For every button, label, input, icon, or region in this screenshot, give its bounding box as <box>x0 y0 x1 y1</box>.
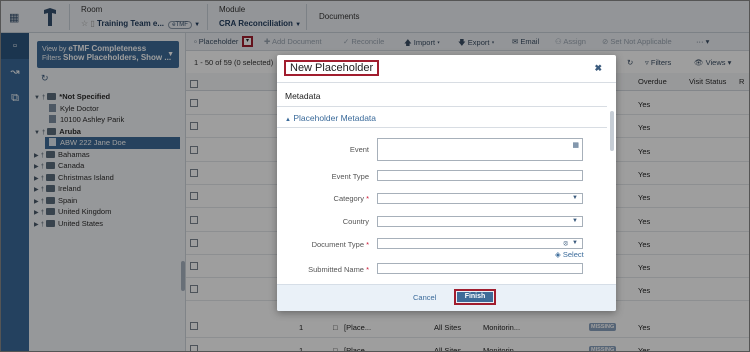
required-marker: * <box>366 194 369 203</box>
category-select[interactable]: ▼ <box>377 193 583 204</box>
required-marker: * <box>366 265 369 274</box>
submitted-name-label-text: Submitted Name <box>308 265 364 274</box>
chevron-down-icon: ▼ <box>572 195 578 201</box>
placeholder-metadata-toggle[interactable]: ▲ Placeholder Metadata <box>285 113 376 123</box>
subsection-label: Placeholder Metadata <box>293 113 377 123</box>
required-marker: * <box>366 240 369 249</box>
select-link-label: Select <box>562 250 584 259</box>
select-document-type-link[interactable]: ◈ Select <box>555 250 584 259</box>
category-label-text: Category <box>333 194 364 203</box>
clear-icon[interactable]: ⦻ <box>563 240 568 248</box>
divider <box>277 106 607 107</box>
tag-icon: ◈ <box>555 250 561 259</box>
event-field[interactable]: ▦ <box>377 138 583 161</box>
event-type-label: Event Type <box>279 172 369 181</box>
document-type-label: Document Type * <box>279 240 369 249</box>
chevron-down-icon: ▼ <box>572 218 578 224</box>
document-type-label-text: Document Type <box>311 240 364 249</box>
cancel-button[interactable]: Cancel <box>413 293 436 302</box>
submitted-name-field[interactable] <box>377 263 583 274</box>
chevron-up-icon: ▲ <box>285 117 291 123</box>
country-select[interactable]: ▼ <box>377 216 583 227</box>
submitted-name-label: Submitted Name * <box>279 265 369 274</box>
divider <box>277 82 616 83</box>
document-type-select[interactable]: ⦻ ▼ <box>377 238 583 249</box>
finish-label: Finish <box>457 292 493 302</box>
chevron-down-icon: ▼ <box>572 240 578 246</box>
calendar-icon[interactable]: ▦ <box>572 141 579 149</box>
country-label: Country <box>279 217 369 226</box>
country-label-text: Country <box>342 217 369 226</box>
dialog-scrollbar[interactable] <box>610 111 614 151</box>
category-label: Category * <box>279 194 369 203</box>
metadata-heading: Metadata <box>285 91 321 101</box>
dialog-footer <box>277 284 616 311</box>
event-type-label-text: Event Type <box>331 172 369 181</box>
event-label: Event <box>279 145 369 154</box>
new-placeholder-dialog: New Placeholder ✖ Metadata ▲ Placeholder… <box>277 55 616 311</box>
event-type-field[interactable] <box>377 170 583 181</box>
dialog-title: New Placeholder <box>284 60 380 76</box>
event-label-text: Event <box>349 145 369 154</box>
finish-button[interactable]: Finish <box>454 289 496 305</box>
app-frame: ▦ Room ☆ ▯ Training Team e... eTMF ▼ Mod… <box>0 0 750 352</box>
divider <box>277 127 607 128</box>
close-icon[interactable]: ✖ <box>594 63 602 74</box>
